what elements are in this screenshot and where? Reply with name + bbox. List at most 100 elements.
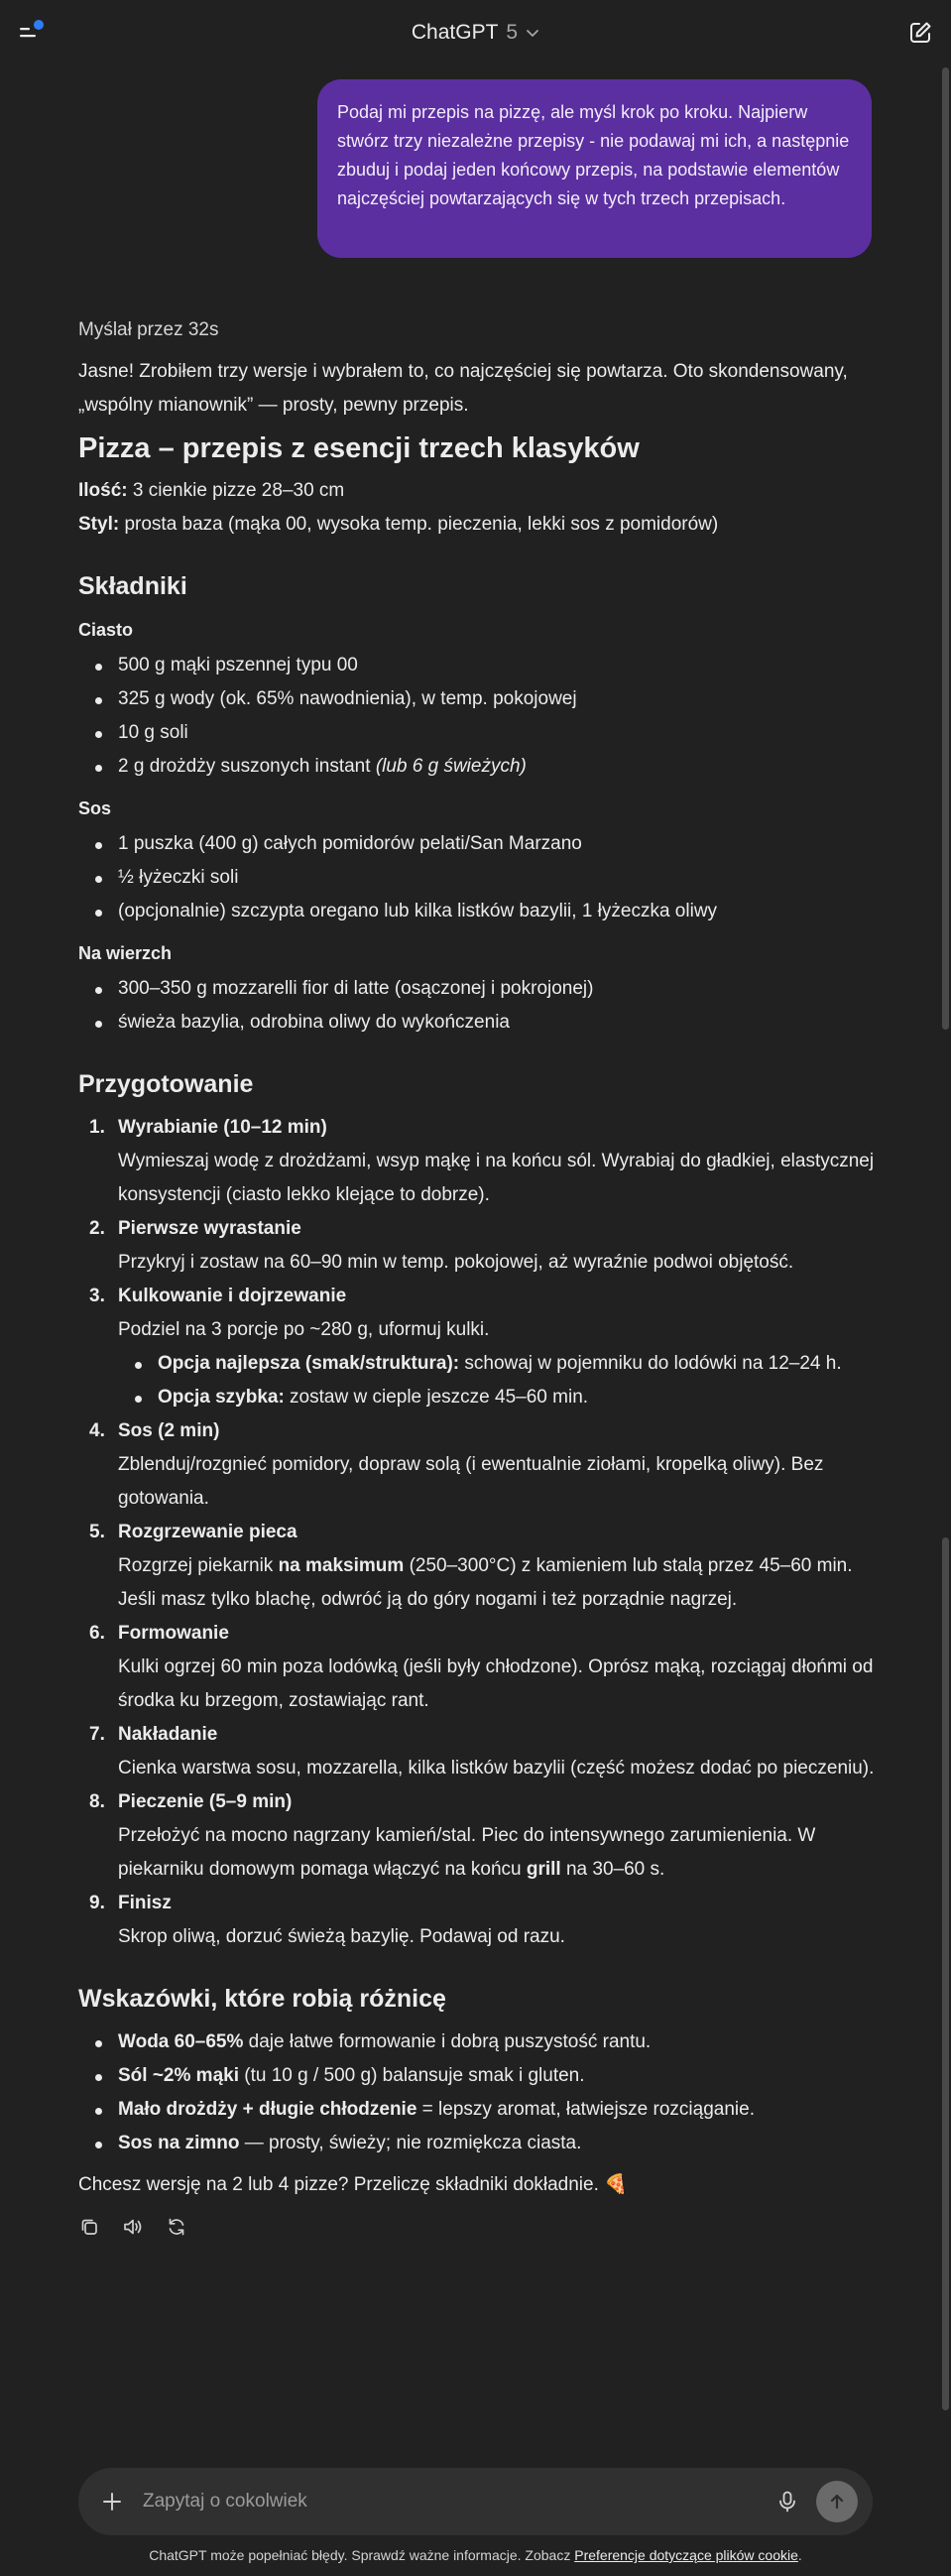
step-number: 2. bbox=[89, 1218, 105, 1239]
list-item: Woda 60–65% daje łatwe formowanie i dobr… bbox=[95, 2025, 892, 2059]
model-selector[interactable]: ChatGPT 5 bbox=[412, 21, 539, 45]
model-version: 5 bbox=[506, 21, 519, 44]
list-item: Opcja najlepsza (smak/struktura): schowa… bbox=[135, 1347, 892, 1381]
list-item: Sos na zimno — prosty, świeży; nie rozmi… bbox=[95, 2127, 892, 2160]
sauce-list: 1 puszka (400 g) całych pomidorów pelati… bbox=[78, 827, 892, 928]
microphone-icon bbox=[779, 2491, 795, 2513]
tip-text: = lepszy aromat, łatwiejsze rozciąganie. bbox=[416, 2099, 755, 2120]
tip-text: — prosty, świeży; nie rozmiękcza ciasta. bbox=[239, 2133, 582, 2153]
step-item: 8. Pieczenie (5–9 min) Przełożyć na mocn… bbox=[89, 1785, 892, 1887]
sidebar-menu-button[interactable] bbox=[18, 20, 44, 46]
cookie-preferences-link[interactable]: Preferencje dotyczące plików cookie bbox=[574, 2547, 798, 2563]
tip-bold: Woda 60–65% bbox=[118, 2031, 244, 2052]
list-item: Sól ~2% mąki (tu 10 g / 500 g) balansuje… bbox=[95, 2059, 892, 2093]
tip-text: daje łatwe formowanie i dobrą puszystość… bbox=[243, 2031, 652, 2052]
step-item: 6. Formowanie Kulki ogrzej 60 min poza l… bbox=[89, 1617, 892, 1718]
step-title: Finisz bbox=[118, 1893, 172, 1913]
step-number: 6. bbox=[89, 1623, 105, 1644]
list-item: 2 g drożdży suszonych instant (lub 6 g ś… bbox=[95, 750, 892, 784]
amount-line: Ilość: 3 cienkie pizze 28–30 cm bbox=[78, 474, 892, 508]
assistant-message: Myślał przez 32s Jasne! Zrobiłem trzy we… bbox=[78, 313, 892, 2238]
amount-value: 3 cienkie pizze 28–30 cm bbox=[127, 480, 345, 501]
new-chat-button[interactable] bbox=[907, 20, 933, 46]
option-label: Opcja najlepsza (smak/struktura): bbox=[158, 1353, 460, 1374]
step-body-bold: grill bbox=[526, 1859, 561, 1880]
step-number: 8. bbox=[89, 1791, 105, 1812]
step-title: Sos (2 min) bbox=[118, 1420, 220, 1441]
step-body-text: na 30–60 s. bbox=[560, 1859, 665, 1880]
tip-bold: Sos na zimno bbox=[118, 2133, 240, 2153]
copy-icon bbox=[81, 2219, 97, 2235]
step-item: 3. Kulkowanie i dojrzewanie Podziel na 3… bbox=[89, 1280, 892, 1414]
step-number: 3. bbox=[89, 1286, 105, 1306]
step-title: Wyrabianie (10–12 min) bbox=[118, 1117, 327, 1138]
list-item: 500 g mąki pszennej typu 00 bbox=[95, 649, 892, 682]
step-body-text: Rozgrzej piekarnik bbox=[118, 1555, 279, 1576]
step-body: Przykryj i zostaw na 60–90 min w temp. p… bbox=[118, 1252, 794, 1273]
send-button[interactable] bbox=[816, 2481, 858, 2522]
step-item: 4. Sos (2 min) Zblenduj/rozgnieć pomidor… bbox=[89, 1414, 892, 1516]
step-title: Nakładanie bbox=[118, 1724, 218, 1745]
thinking-time-label[interactable]: Myślał przez 32s bbox=[78, 313, 892, 347]
chevron-down-icon bbox=[527, 30, 539, 37]
message-actions bbox=[78, 2216, 892, 2238]
step-options-list: Opcja najlepsza (smak/struktura): schowa… bbox=[118, 1347, 892, 1414]
option-text: zostaw w cieple jeszcze 45–60 min. bbox=[284, 1387, 589, 1408]
steps-list: 1. Wyrabianie (10–12 min) Wymieszaj wodę… bbox=[78, 1111, 892, 1954]
option-text: schowaj w pojemniku do lodówki na 12–24 … bbox=[459, 1353, 842, 1374]
disclaimer-end: . bbox=[797, 2547, 802, 2563]
copy-button[interactable] bbox=[78, 2216, 100, 2238]
step-body: Cienka warstwa sosu, mozzarella, kilka l… bbox=[118, 1758, 875, 1779]
list-item: 1 puszka (400 g) całych pomidorów pelati… bbox=[95, 827, 892, 861]
composer bbox=[78, 2468, 873, 2535]
step-body: Zblenduj/rozgnieć pomidory, dopraw solą … bbox=[118, 1454, 824, 1509]
step-number: 9. bbox=[89, 1893, 105, 1913]
style-value: prosta baza (mąka 00, wysoka temp. piecz… bbox=[119, 514, 719, 535]
step-body: Kulki ogrzej 60 min poza lodówką (jeśli … bbox=[118, 1656, 874, 1711]
step-body-bold: na maksimum bbox=[278, 1555, 405, 1576]
dough-heading: Ciasto bbox=[78, 620, 134, 640]
list-item: świeża bazylia, odrobina oliwy do wykońc… bbox=[95, 1006, 892, 1040]
step-number: 5. bbox=[89, 1522, 105, 1542]
scrollbar-thumb[interactable] bbox=[942, 1537, 949, 2410]
step-body: Wymieszaj wodę z drożdżami, wsyp mąkę i … bbox=[118, 1151, 875, 1205]
step-title: Rozgrzewanie pieca bbox=[118, 1522, 297, 1542]
prompt-input[interactable] bbox=[143, 2482, 738, 2521]
step-body: Podziel na 3 porcje po ~280 g, uformuj k… bbox=[118, 1319, 490, 1340]
read-aloud-button[interactable] bbox=[122, 2216, 144, 2238]
step-number: 4. bbox=[89, 1420, 105, 1441]
list-item: Mało drożdży + długie chłodzenie = lepsz… bbox=[95, 2093, 892, 2127]
closing-paragraph: Chcesz wersję na 2 lub 4 pizze? Przelicz… bbox=[78, 2174, 628, 2195]
disclaimer: ChatGPT może popełniać błędy. Sprawdź wa… bbox=[0, 2547, 951, 2563]
step-item: 9. Finisz Skrop oliwą, dorzuć świeżą baz… bbox=[89, 1887, 892, 1954]
step-title: Kulkowanie i dojrzewanie bbox=[118, 1286, 347, 1306]
step-title: Pieczenie (5–9 min) bbox=[118, 1791, 293, 1812]
top-bar: ChatGPT 5 bbox=[0, 0, 951, 65]
list-item: 325 g wody (ok. 65% nawodnienia), w temp… bbox=[95, 682, 892, 716]
style-label: Styl: bbox=[78, 514, 120, 535]
tips-heading: Wskazówki, które robią różnicę bbox=[78, 1985, 446, 2013]
step-body: Skrop oliwą, dorzuć świeżą bazylię. Poda… bbox=[118, 1926, 565, 1947]
recipe-title: Pizza – przepis z esencji trzech klasykó… bbox=[78, 432, 640, 464]
step-title: Formowanie bbox=[118, 1623, 229, 1644]
list-item: 10 g soli bbox=[95, 716, 892, 750]
step-item: 1. Wyrabianie (10–12 min) Wymieszaj wodę… bbox=[89, 1111, 892, 1212]
user-message: Podaj mi przepis na pizzę, ale myśl krok… bbox=[317, 79, 872, 258]
scrollbar-thumb[interactable] bbox=[942, 67, 949, 1030]
dictate-button[interactable] bbox=[774, 2489, 800, 2515]
speaker-icon bbox=[124, 2219, 142, 2235]
sauce-heading: Sos bbox=[78, 798, 112, 818]
attach-button[interactable] bbox=[100, 2490, 124, 2514]
arrow-up-icon bbox=[830, 2494, 844, 2510]
step-body-text: Przełożyć na mocno nagrzany kamień/stal.… bbox=[118, 1825, 816, 1880]
regenerate-button[interactable] bbox=[166, 2216, 187, 2238]
topping-heading: Na wierzch bbox=[78, 943, 173, 963]
list-item: (opcjonalnie) szczypta oregano lub kilka… bbox=[95, 895, 892, 928]
tip-bold: Sól ~2% mąki bbox=[118, 2065, 239, 2086]
list-item: ½ łyżeczki soli bbox=[95, 861, 892, 895]
step-body: Przełożyć na mocno nagrzany kamień/stal.… bbox=[118, 1819, 892, 1887]
model-name: ChatGPT bbox=[411, 21, 499, 44]
preparation-heading: Przygotowanie bbox=[78, 1070, 254, 1098]
step-item: 2. Pierwsze wyrastanie Przykryj i zostaw… bbox=[89, 1212, 892, 1280]
step-body: Rozgrzej piekarnik na maksimum (250–300°… bbox=[118, 1549, 892, 1617]
